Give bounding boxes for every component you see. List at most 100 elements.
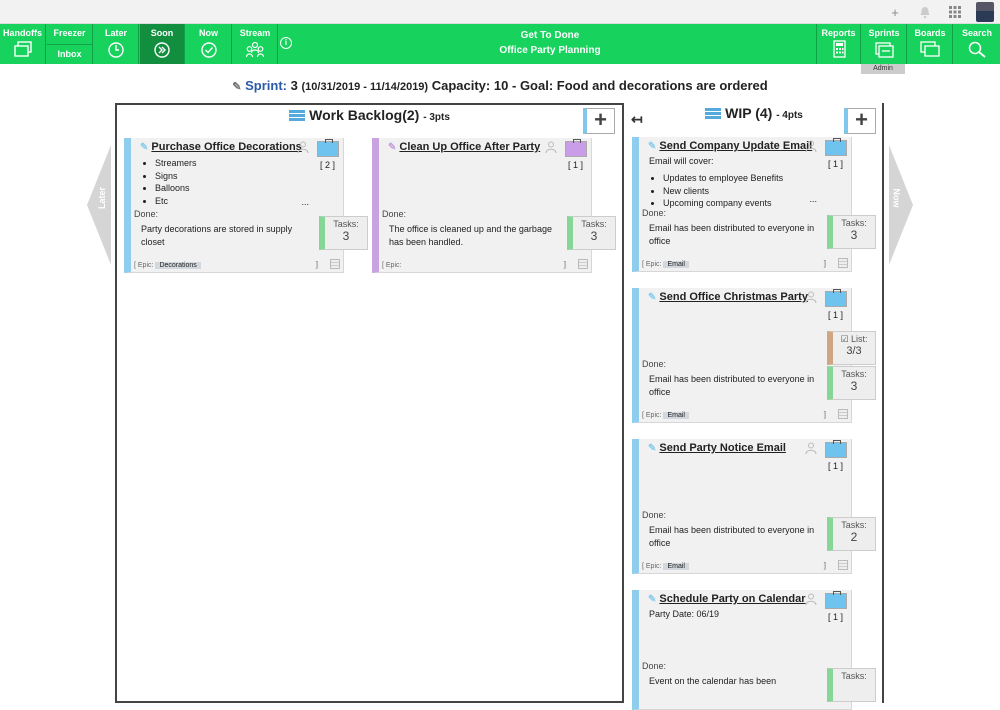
card-title-text[interactable]: Schedule Party on Calendar	[659, 593, 805, 605]
people-icon	[245, 41, 265, 58]
epic-tag[interactable]: Email	[663, 412, 689, 419]
inbox-button[interactable]: Inbox	[47, 44, 92, 64]
tasks-counter[interactable]: Tasks: 3	[567, 216, 616, 250]
tasks-counter[interactable]: Tasks: 2	[827, 517, 876, 551]
tasks-count: 3	[850, 379, 858, 393]
tasks-counter[interactable]: Tasks: 3	[827, 215, 876, 249]
card-title-text[interactable]: Clean Up Office After Party	[399, 141, 540, 153]
briefcase-icon[interactable]	[825, 591, 847, 609]
sprints-button[interactable]: Sprints	[862, 24, 907, 64]
wip-card-company-update[interactable]: ✎ Send Company Update Email [ 1 ] Email w…	[632, 137, 876, 272]
epic-close: ]	[563, 260, 566, 269]
calendar-icon[interactable]	[578, 259, 588, 269]
edit-pencil-icon[interactable]: ✎	[648, 292, 656, 303]
epic-field: [ Epic: Decorations	[134, 262, 201, 269]
admin-badge[interactable]: Admin	[861, 64, 905, 74]
tasks-counter[interactable]: Tasks: 3	[319, 216, 368, 250]
menu-icon[interactable]	[289, 110, 306, 121]
card-points[interactable]: [ 2 ]	[320, 160, 335, 170]
card-description: Party Date: 06/19	[649, 609, 720, 619]
work-backlog-points: - 3pts	[423, 112, 450, 123]
bell-icon[interactable]	[916, 3, 934, 21]
edit-pencil-icon[interactable]: ✎	[648, 141, 656, 152]
add-backlog-card-button[interactable]: +	[583, 108, 615, 134]
card-points[interactable]: [ 1 ]	[828, 612, 843, 622]
tasks-counter[interactable]: Tasks:	[827, 668, 876, 702]
checklist-counter[interactable]: ☑ List: 3/3	[827, 331, 876, 365]
briefcase-icon[interactable]	[825, 138, 847, 156]
wip-card-party-notice[interactable]: ✎ Send Party Notice Email [ 1 ] Done: Ema…	[632, 439, 876, 574]
sprints-icon	[875, 42, 894, 58]
freezer-button[interactable]: Freezer	[47, 24, 92, 44]
card-title[interactable]: ✎ Send Office Christmas Party	[648, 291, 808, 303]
later-side-arrow[interactable]: Later	[87, 145, 111, 265]
boards-icon	[920, 41, 940, 57]
info-icon[interactable]: i	[280, 37, 292, 49]
backlog-card-clean-up-office[interactable]: ✎ Clean Up Office After Party [ 1 ] Done:…	[372, 138, 616, 273]
edit-pencil-icon[interactable]: ✎	[648, 594, 656, 605]
add-icon[interactable]: +	[886, 3, 904, 21]
handoffs-button[interactable]: Handoffs	[0, 24, 46, 64]
reports-button[interactable]: Reports	[816, 24, 861, 64]
work-backlog-title: Work Backlog(2)	[309, 107, 420, 123]
person-icon[interactable]	[805, 140, 817, 153]
wip-card-christmas-party[interactable]: ✎ Send Office Christmas Party [ 1 ] ☑ Lis…	[632, 288, 876, 423]
apps-grid-icon[interactable]	[946, 3, 964, 21]
now-side-arrow[interactable]: Now	[889, 145, 913, 265]
bullet-item: Streamers	[155, 157, 197, 170]
wip-card-schedule-party[interactable]: ✎ Schedule Party on Calendar [ 1 ] Party …	[632, 590, 876, 710]
card-title-text[interactable]: Send Office Christmas Party	[659, 291, 808, 303]
calendar-icon[interactable]	[838, 560, 848, 570]
tasks-counter[interactable]: Tasks: 3	[827, 366, 876, 400]
card-title-text[interactable]: Send Company Update Email	[659, 140, 812, 152]
later-button[interactable]: Later	[94, 24, 139, 64]
briefcase-icon[interactable]	[825, 440, 847, 458]
card-title[interactable]: ✎ Send Company Update Email	[648, 140, 812, 152]
card-title[interactable]: ✎ Clean Up Office After Party	[388, 141, 540, 153]
calendar-icon[interactable]	[838, 258, 848, 268]
epic-tag[interactable]: Decorations	[155, 262, 201, 269]
person-icon[interactable]	[805, 593, 817, 606]
briefcase-icon[interactable]	[825, 289, 847, 307]
card-title[interactable]: ✎ Purchase Office Decorations	[140, 141, 302, 153]
edit-pencil-icon[interactable]: ✎	[232, 81, 241, 93]
boards-button[interactable]: Boards	[908, 24, 953, 64]
tasks-count: 2	[850, 530, 858, 544]
soon-button[interactable]: Soon	[140, 24, 185, 64]
card-points[interactable]: [ 1 ]	[828, 461, 843, 471]
now-button[interactable]: Now	[186, 24, 232, 64]
avatar[interactable]	[976, 2, 994, 22]
freezer-inbox-group: Freezer Inbox	[47, 24, 93, 64]
epic-tag[interactable]: Email	[663, 261, 689, 268]
card-points[interactable]: [ 1 ]	[828, 159, 843, 169]
add-wip-card-button[interactable]: +	[844, 108, 876, 134]
done-text: The office is cleaned up and the garbage…	[389, 224, 552, 247]
menu-icon[interactable]	[705, 108, 722, 119]
bullet-item: New clients	[663, 185, 783, 198]
work-backlog-column: Work Backlog(2) - 3pts + ✎ Purchase Offic…	[115, 103, 624, 703]
card-title[interactable]: ✎ Send Party Notice Email	[648, 442, 786, 454]
backlog-card-purchase-decorations[interactable]: ✎Purchase Office Decorations [ 2 ] Strea…	[124, 138, 368, 273]
briefcase-icon[interactable]	[565, 139, 587, 157]
edit-pencil-icon[interactable]: ✎	[648, 443, 656, 454]
search-button[interactable]: Search	[954, 24, 1000, 64]
person-icon[interactable]	[805, 442, 817, 455]
edit-pencil-icon[interactable]: ✎	[140, 142, 148, 153]
person-icon[interactable]	[805, 291, 817, 304]
edit-pencil-icon[interactable]: ✎	[388, 142, 396, 153]
person-icon[interactable]	[297, 141, 309, 154]
stream-button[interactable]: Stream	[233, 24, 278, 64]
briefcase-icon[interactable]	[317, 139, 339, 157]
card-points[interactable]: [ 1 ]	[568, 160, 583, 170]
done-label: Done:	[382, 209, 407, 219]
calendar-icon[interactable]	[838, 409, 848, 419]
card-title-text[interactable]: Purchase Office Decorations	[151, 141, 301, 153]
calendar-icon[interactable]	[330, 259, 340, 269]
card-title-text[interactable]: Send Party Notice Email	[659, 442, 786, 454]
card-title[interactable]: ✎ Schedule Party on Calendar	[648, 593, 806, 605]
card-bullets: Updates to employee Benefits New clients…	[663, 172, 783, 210]
person-icon[interactable]	[545, 141, 557, 154]
epic-tag[interactable]: Email	[663, 563, 689, 570]
card-description: Email will cover:	[649, 156, 714, 166]
card-points[interactable]: [ 1 ]	[828, 310, 843, 320]
